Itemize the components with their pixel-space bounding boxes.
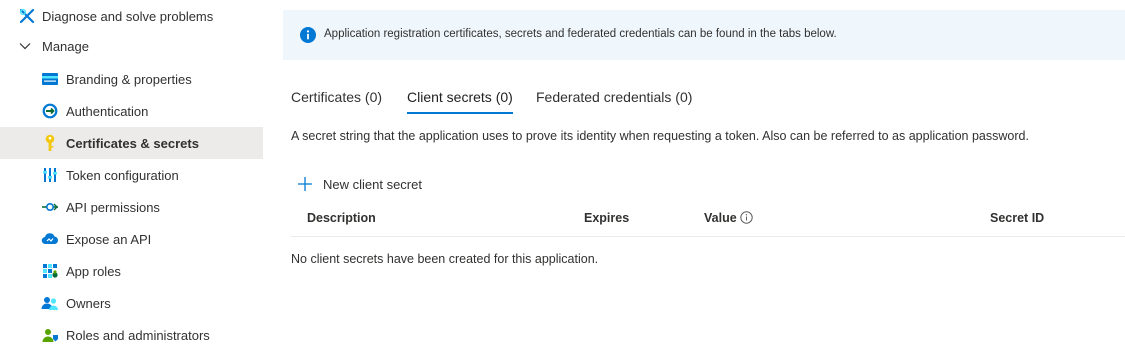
- tab-certificates[interactable]: Certificates (0): [291, 89, 382, 111]
- sidebar-nav: Diagnose and solve problems Manage Brand…: [0, 0, 263, 352]
- sidebar-item-token-configuration[interactable]: Token configuration: [0, 159, 263, 191]
- column-header-secret-id: Secret ID: [990, 211, 1045, 225]
- chevron-down-icon: [16, 37, 34, 55]
- token-config-icon: [41, 166, 59, 184]
- cloud-icon: [41, 230, 59, 248]
- sidebar-item-label: Authentication: [66, 103, 149, 119]
- sidebar-item-label: Manage: [42, 38, 89, 54]
- sidebar-item-label: App roles: [66, 263, 121, 279]
- sidebar-item-certificates-secrets[interactable]: Certificates & secrets: [0, 127, 263, 159]
- sidebar-item-manage[interactable]: Manage: [0, 30, 263, 62]
- info-banner: Application registration certificates, s…: [283, 10, 1125, 60]
- sidebar-item-api-permissions[interactable]: API permissions: [0, 191, 263, 223]
- column-header-description: Description: [307, 211, 376, 225]
- column-header-expires: Expires: [584, 211, 630, 225]
- sidebar-item-roles-administrators[interactable]: Roles and administrators: [0, 319, 263, 351]
- sidebar-item-app-roles[interactable]: App roles: [0, 255, 263, 287]
- sidebar-item-expose-api[interactable]: Expose an API: [0, 223, 263, 255]
- sidebar-item-owners[interactable]: Owners: [0, 287, 263, 319]
- sidebar-item-label: Expose an API: [66, 231, 152, 247]
- app-roles-icon: [41, 262, 59, 280]
- active-tab-indicator: [407, 112, 513, 114]
- sidebar-item-label: Owners: [66, 295, 111, 311]
- table-header-divider: [291, 236, 1125, 237]
- authentication-icon: [41, 102, 59, 120]
- info-banner-text: Application registration certificates, s…: [324, 28, 837, 40]
- sidebar-item-label: Token configuration: [66, 167, 179, 183]
- sidebar-item-branding[interactable]: Branding & properties: [0, 63, 263, 95]
- key-icon: [41, 134, 59, 152]
- tab-client-secrets[interactable]: Client secrets (0): [407, 89, 513, 111]
- empty-table-message: No client secrets have been created for …: [291, 252, 599, 266]
- branding-icon: [41, 70, 59, 88]
- sidebar-item-label: Certificates & secrets: [66, 135, 199, 151]
- new-client-secret-button[interactable]: New client secret: [297, 174, 422, 194]
- sidebar-item-authentication[interactable]: Authentication: [0, 95, 263, 127]
- plus-icon: [297, 176, 313, 192]
- roles-admin-icon: [41, 326, 59, 344]
- column-header-value-wrap: Value: [704, 211, 753, 227]
- sidebar-item-diagnose[interactable]: Diagnose and solve problems: [0, 0, 263, 32]
- tab-federated-credentials[interactable]: Federated credentials (0): [536, 89, 692, 111]
- sidebar-item-label: Diagnose and solve problems: [42, 8, 214, 24]
- api-permissions-icon: [41, 198, 59, 216]
- owners-icon: [41, 294, 59, 312]
- column-header-value: Value: [704, 211, 737, 225]
- value-info-icon[interactable]: [739, 211, 753, 227]
- sidebar-item-label: API permissions: [66, 199, 160, 215]
- sidebar-item-label: Roles and administrators: [66, 327, 210, 343]
- wrench-icon: [18, 7, 36, 25]
- sidebar-item-label: Branding & properties: [66, 71, 192, 87]
- main-content: Application registration certificates, s…: [263, 0, 1125, 352]
- info-icon: [300, 27, 316, 43]
- new-client-secret-label: New client secret: [323, 176, 422, 192]
- secret-description: A secret string that the application use…: [291, 129, 1029, 143]
